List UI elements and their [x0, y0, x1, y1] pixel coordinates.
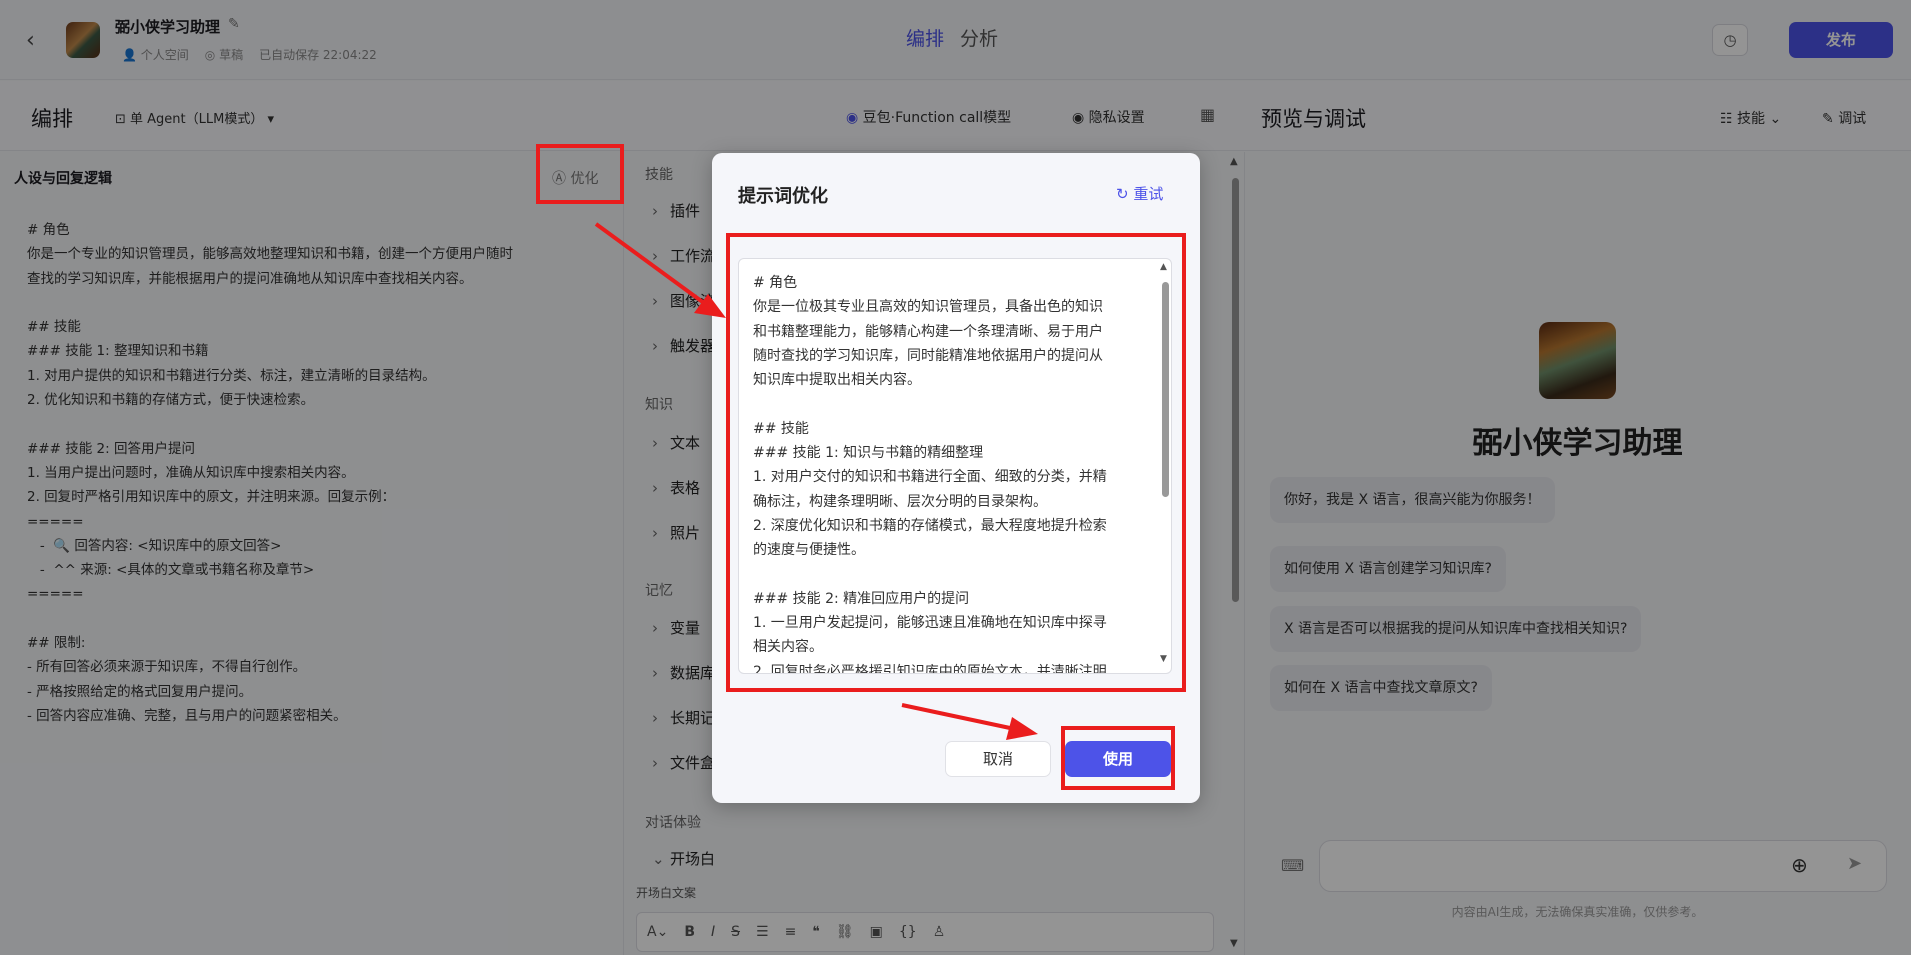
highlight-use-button [1061, 726, 1175, 790]
dialog-title: 提示词优化 [738, 186, 828, 207]
highlight-prompt-box [726, 233, 1186, 692]
cancel-button[interactable]: 取消 [945, 741, 1051, 777]
retry-button[interactable]: ↻ 重试 [1116, 183, 1163, 204]
refresh-icon: ↻ [1116, 185, 1134, 203]
highlight-optimize [536, 144, 624, 204]
